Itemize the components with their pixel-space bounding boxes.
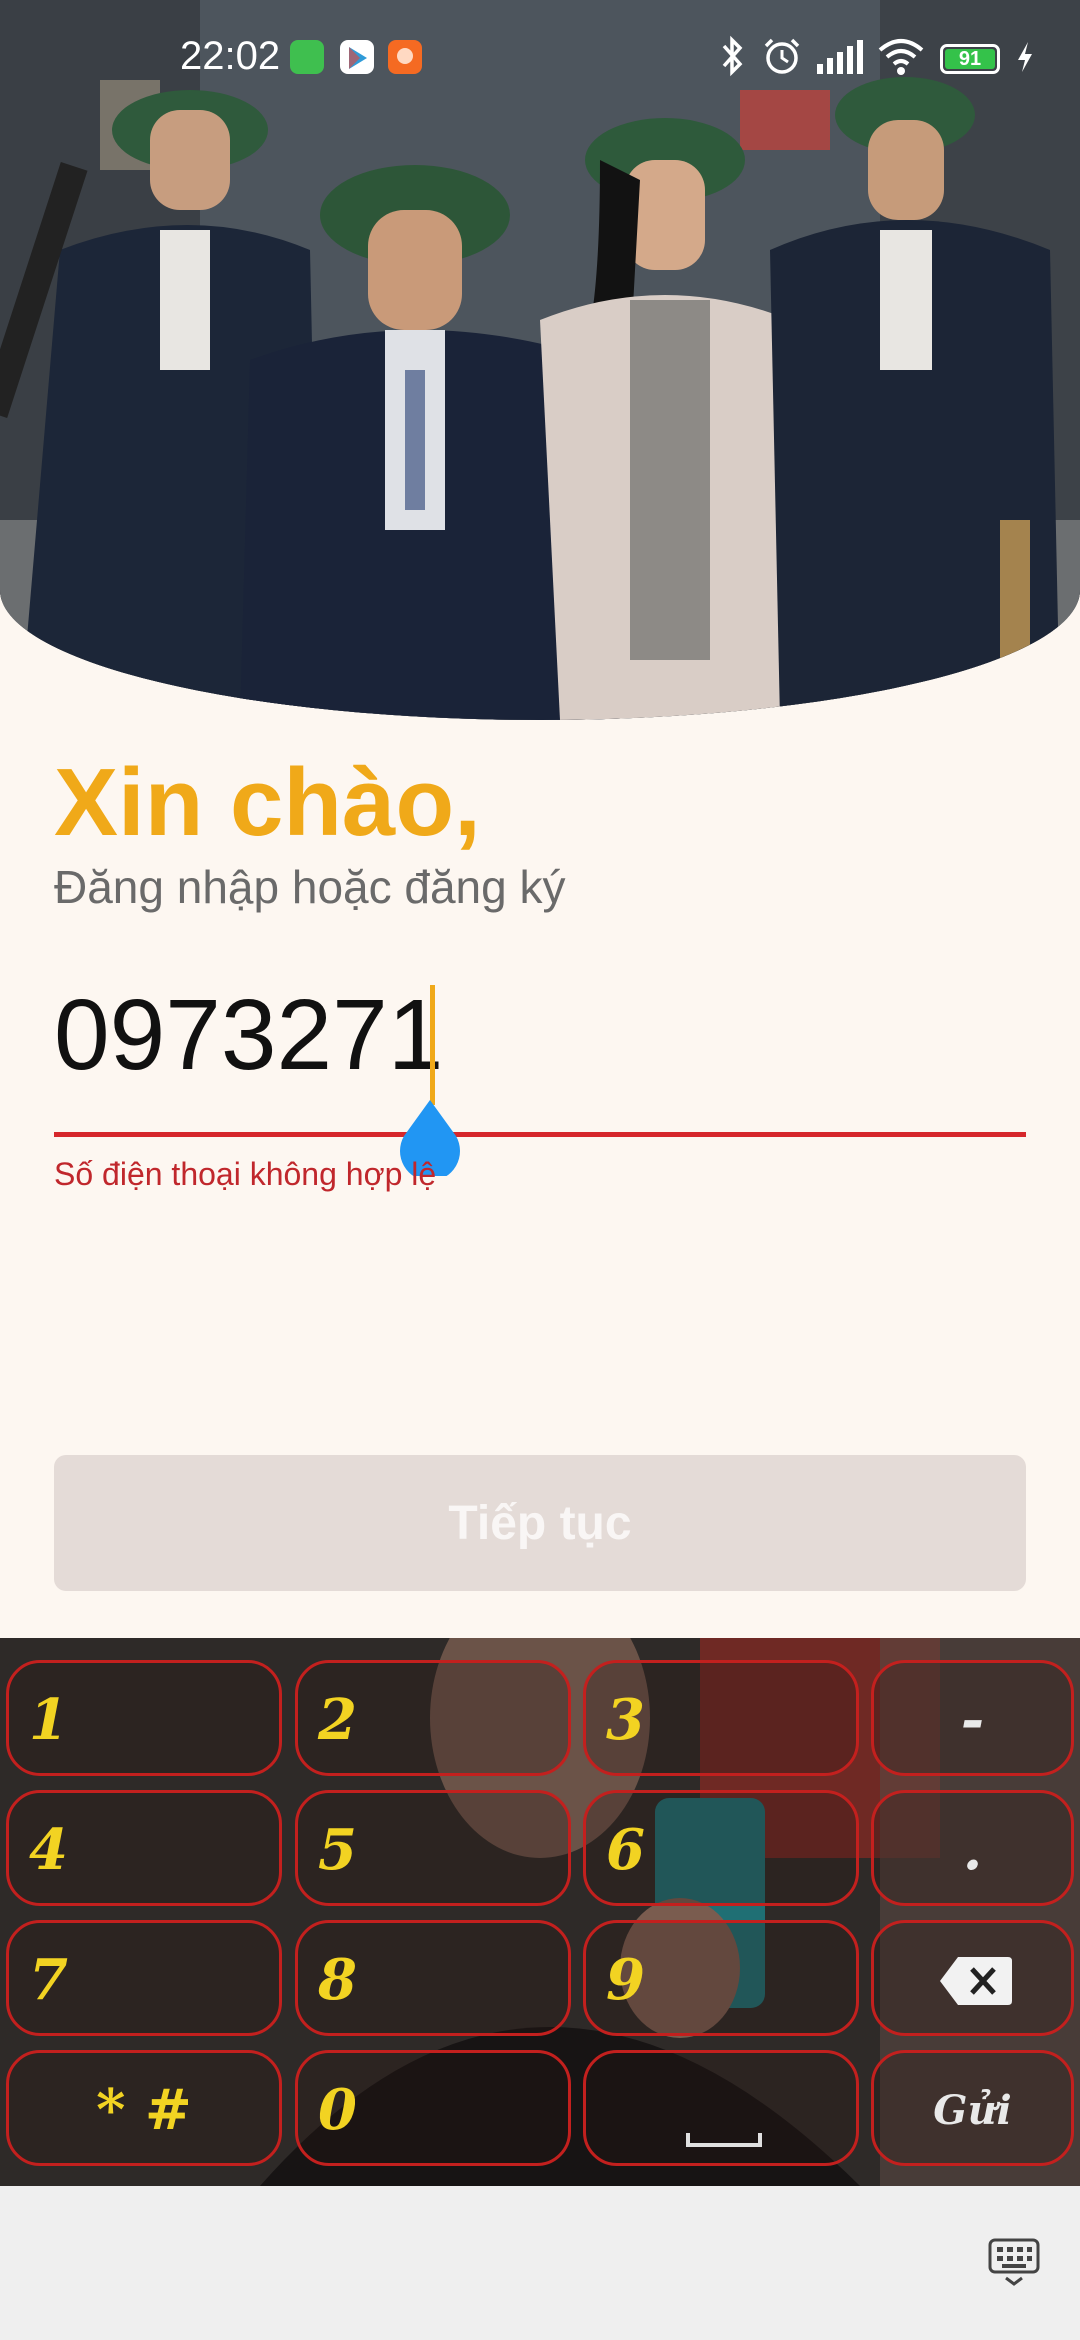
key-5[interactable]: 5 — [295, 1790, 571, 1906]
text-caret — [430, 985, 435, 1105]
backspace-icon — [940, 1957, 1012, 2005]
battery-icon: 91 — [940, 44, 1000, 74]
charging-icon — [1018, 42, 1032, 72]
key-send[interactable]: Gửi — [871, 2050, 1074, 2166]
signal-icon — [817, 40, 863, 74]
key-star-hash[interactable]: * # — [6, 2050, 282, 2166]
play-store-icon — [340, 40, 374, 74]
phone-error-message: Số điện thoại không hợp lệ — [54, 1156, 437, 1192]
key-4[interactable]: 4 — [6, 1790, 282, 1906]
key-dash[interactable]: - — [871, 1660, 1074, 1776]
key-7[interactable]: 7 — [6, 1920, 282, 2036]
key-0[interactable]: 0 — [295, 2050, 571, 2166]
status-bar: 22:02 91 — [0, 0, 1080, 115]
keyboard-bottom-bar — [0, 2186, 1080, 2340]
key-1[interactable]: 1 — [6, 1660, 282, 1776]
key-6[interactable]: 6 — [583, 1790, 859, 1906]
android-app-icon — [290, 40, 324, 74]
keyboard-switch-icon[interactable] — [988, 2238, 1040, 2286]
shopee-app-icon — [388, 40, 422, 74]
continue-button[interactable]: Tiếp tục — [54, 1455, 1026, 1591]
key-2[interactable]: 2 — [295, 1660, 571, 1776]
numeric-keyboard: 1 2 3 - 4 5 6 . 7 8 9 * # 0 Gửi — [0, 1638, 1080, 2186]
key-space[interactable] — [583, 2050, 859, 2166]
key-8[interactable]: 8 — [295, 1920, 571, 2036]
input-underline — [54, 1132, 1026, 1137]
bluetooth-icon — [722, 35, 743, 77]
greeting-title: Xin chào, — [54, 749, 481, 856]
status-time: 22:02 — [180, 34, 281, 78]
key-dot[interactable]: . — [871, 1790, 1074, 1906]
space-icon — [686, 2133, 762, 2147]
battery-level: 91 — [945, 49, 995, 69]
key-3[interactable]: 3 — [583, 1660, 859, 1776]
wifi-icon — [878, 39, 924, 75]
key-9[interactable]: 9 — [583, 1920, 859, 2036]
greeting-subtitle: Đăng nhập hoặc đăng ký — [54, 861, 566, 913]
alarm-icon — [764, 38, 800, 74]
phone-number-input[interactable]: 0973271 — [54, 980, 1024, 1090]
key-backspace[interactable] — [871, 1920, 1074, 2036]
